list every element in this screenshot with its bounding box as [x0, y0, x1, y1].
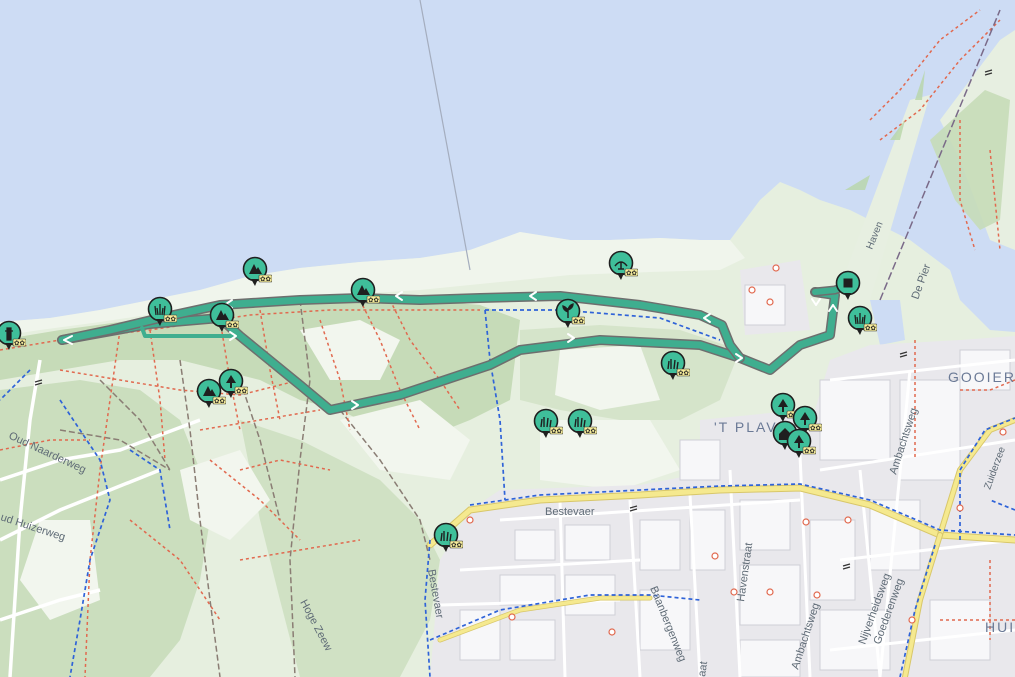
label-oud-haven: aat — [696, 661, 710, 677]
start-square-icon — [843, 278, 853, 288]
label-bestevaer-top: Bestevaer — [545, 506, 595, 518]
map-canvas[interactable]: ✿✿ — [0, 0, 1015, 677]
label-place-plaveen: 'T PLAV — [714, 419, 778, 435]
label-place-gooierhaven: GOOIERH — [948, 369, 1015, 385]
label-place-hui: HUI — [985, 619, 1015, 635]
